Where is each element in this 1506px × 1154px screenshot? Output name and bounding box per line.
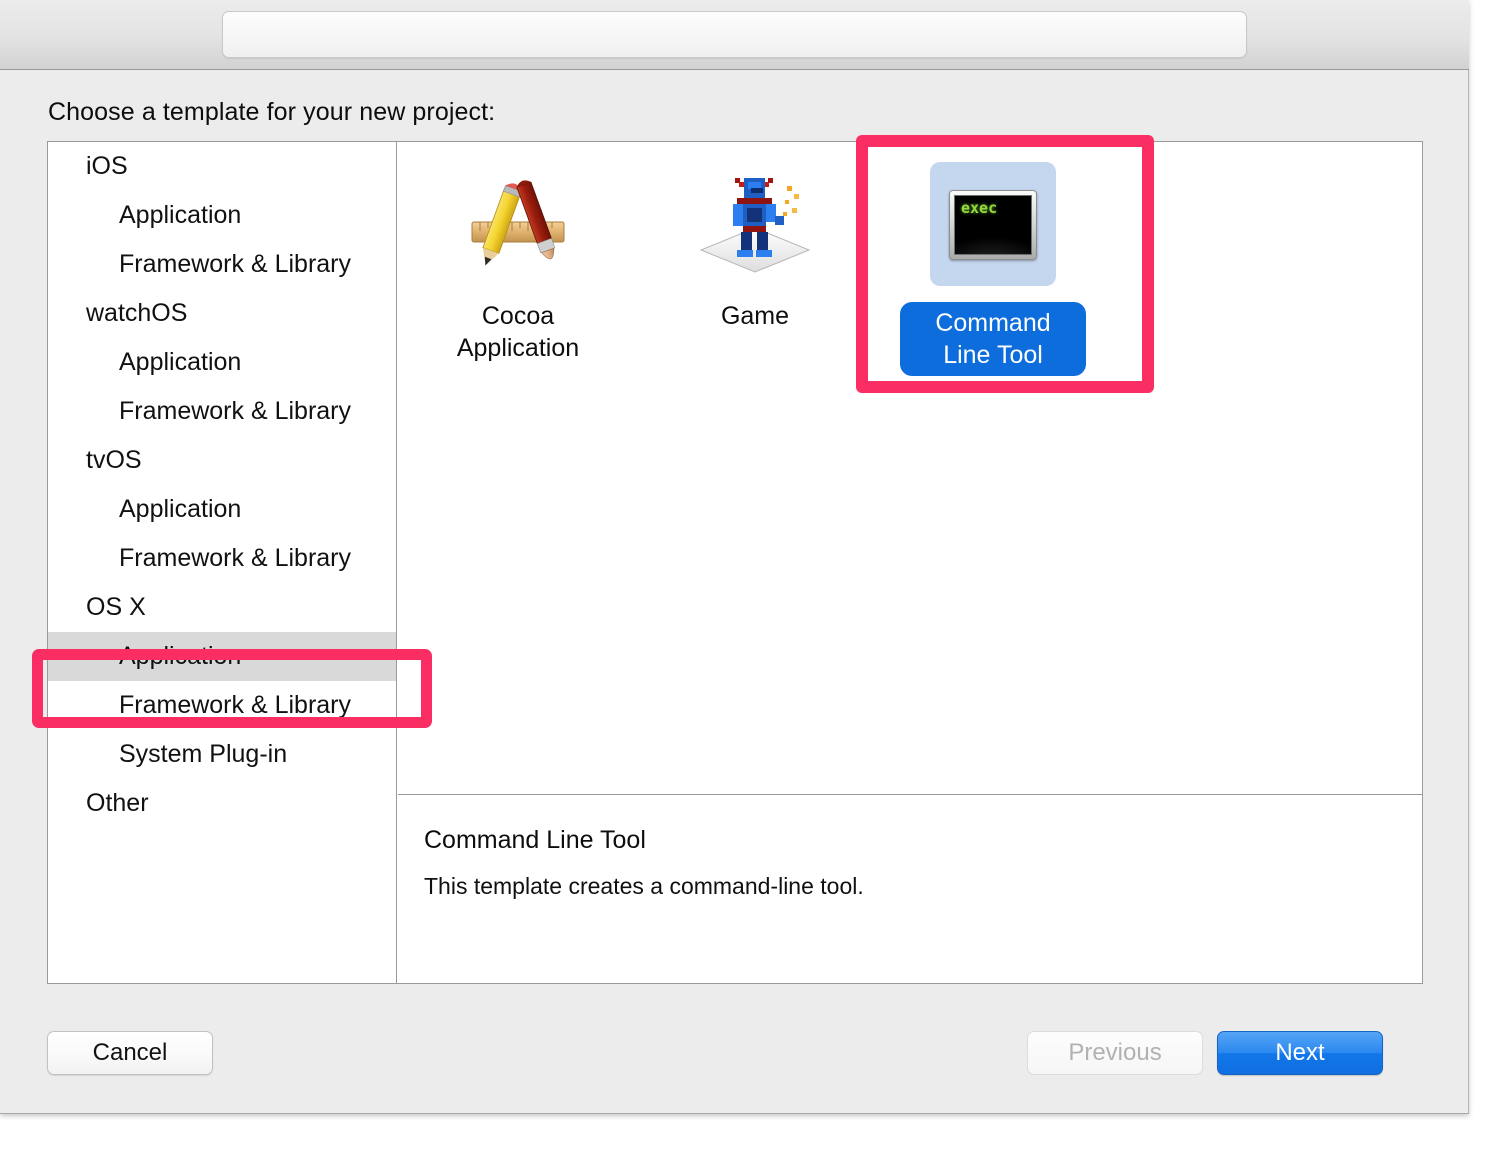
template-tile-label: Game — [720, 302, 790, 330]
sidebar-item-tvos[interactable]: tvOS — [48, 436, 396, 485]
template-tile-label: Command Line Tool — [900, 302, 1086, 376]
sidebar-item-label: iOS — [86, 152, 128, 180]
cocoa-icon-svg — [471, 180, 565, 266]
template-split-panel: iOS Application Framework & Library watc… — [47, 141, 1423, 984]
next-button[interactable]: Next — [1217, 1031, 1383, 1075]
platform-category-sidebar[interactable]: iOS Application Framework & Library watc… — [48, 142, 397, 983]
sidebar-item-label: Framework & Library — [119, 544, 351, 572]
template-chooser-sheet: Choose a template for your new project: … — [5, 71, 1468, 1113]
template-description-panel: Command Line Tool This template creates … — [398, 796, 1422, 983]
sidebar-item-watchos[interactable]: watchOS — [48, 289, 396, 338]
window-titlebar — [0, 0, 1469, 70]
sidebar-item-label: Framework & Library — [119, 691, 351, 719]
cocoa-ruler-pencil-brush-icon — [458, 164, 578, 284]
sidebar-item-label: OS X — [86, 593, 146, 621]
sidebar-item-label: watchOS — [86, 299, 188, 327]
sidebar-item-osx[interactable]: OS X — [48, 583, 396, 632]
template-tile-cocoa-application[interactable]: Cocoa Application — [425, 164, 611, 364]
sidebar-item-tvos-application[interactable]: Application — [48, 485, 396, 534]
sidebar-item-osx-framework-library[interactable]: Framework & Library — [48, 681, 396, 730]
sidebar-item-watchos-application[interactable]: Application — [48, 338, 396, 387]
cancel-button[interactable]: Cancel — [47, 1031, 213, 1075]
sidebar-item-label: Framework & Library — [119, 250, 351, 278]
description-title: Command Line Tool — [424, 826, 646, 854]
sidebar-item-label: Other — [86, 789, 149, 817]
sidebar-item-watchos-framework-library[interactable]: Framework & Library — [48, 387, 396, 436]
terminal-screen: exec — [954, 195, 1032, 255]
sidebar-item-ios-framework-library[interactable]: Framework & Library — [48, 240, 396, 289]
sidebar-item-label: System Plug-in — [119, 740, 288, 768]
new-project-window: Choose a template for your new project: … — [0, 0, 1469, 1114]
sidebar-item-ios[interactable]: iOS — [48, 142, 396, 191]
template-tile-label: Cocoa Application — [456, 302, 580, 362]
sidebar-item-label: Application — [119, 642, 242, 670]
game-robot-icon — [695, 164, 815, 284]
template-tile-command-line-tool[interactable]: exec Command Line Tool — [900, 162, 1086, 376]
sidebar-item-label: Framework & Library — [119, 397, 351, 425]
toolbar-search-field[interactable] — [222, 11, 1247, 58]
sidebar-item-other[interactable]: Other — [48, 779, 396, 828]
screenshot-root: Choose a template for your new project: … — [0, 0, 1506, 1154]
terminal-window-icon: exec — [949, 190, 1037, 260]
template-tile-game[interactable]: Game — [662, 164, 848, 332]
sidebar-item-label: Application — [119, 495, 242, 523]
template-content-area: Cocoa Application Game exec Command Line… — [398, 142, 1422, 983]
terminal-exec-text: exec — [961, 199, 998, 217]
terminal-exec-icon: exec — [930, 162, 1056, 286]
sidebar-item-tvos-framework-library[interactable]: Framework & Library — [48, 534, 396, 583]
sidebar-item-label: Application — [119, 348, 242, 376]
template-grid: Cocoa Application Game exec Command Line… — [398, 142, 1422, 795]
page-title: Choose a template for your new project: — [48, 98, 496, 126]
sidebar-item-label: tvOS — [86, 446, 142, 474]
game-icon-svg — [699, 178, 811, 273]
description-body: This template creates a command-line too… — [424, 873, 864, 899]
sidebar-item-ios-application[interactable]: Application — [48, 191, 396, 240]
sidebar-item-osx-system-plugin[interactable]: System Plug-in — [48, 730, 396, 779]
previous-button[interactable]: Previous — [1027, 1031, 1203, 1075]
sidebar-item-osx-application[interactable]: Application — [48, 632, 396, 681]
sidebar-item-label: Application — [119, 201, 242, 229]
